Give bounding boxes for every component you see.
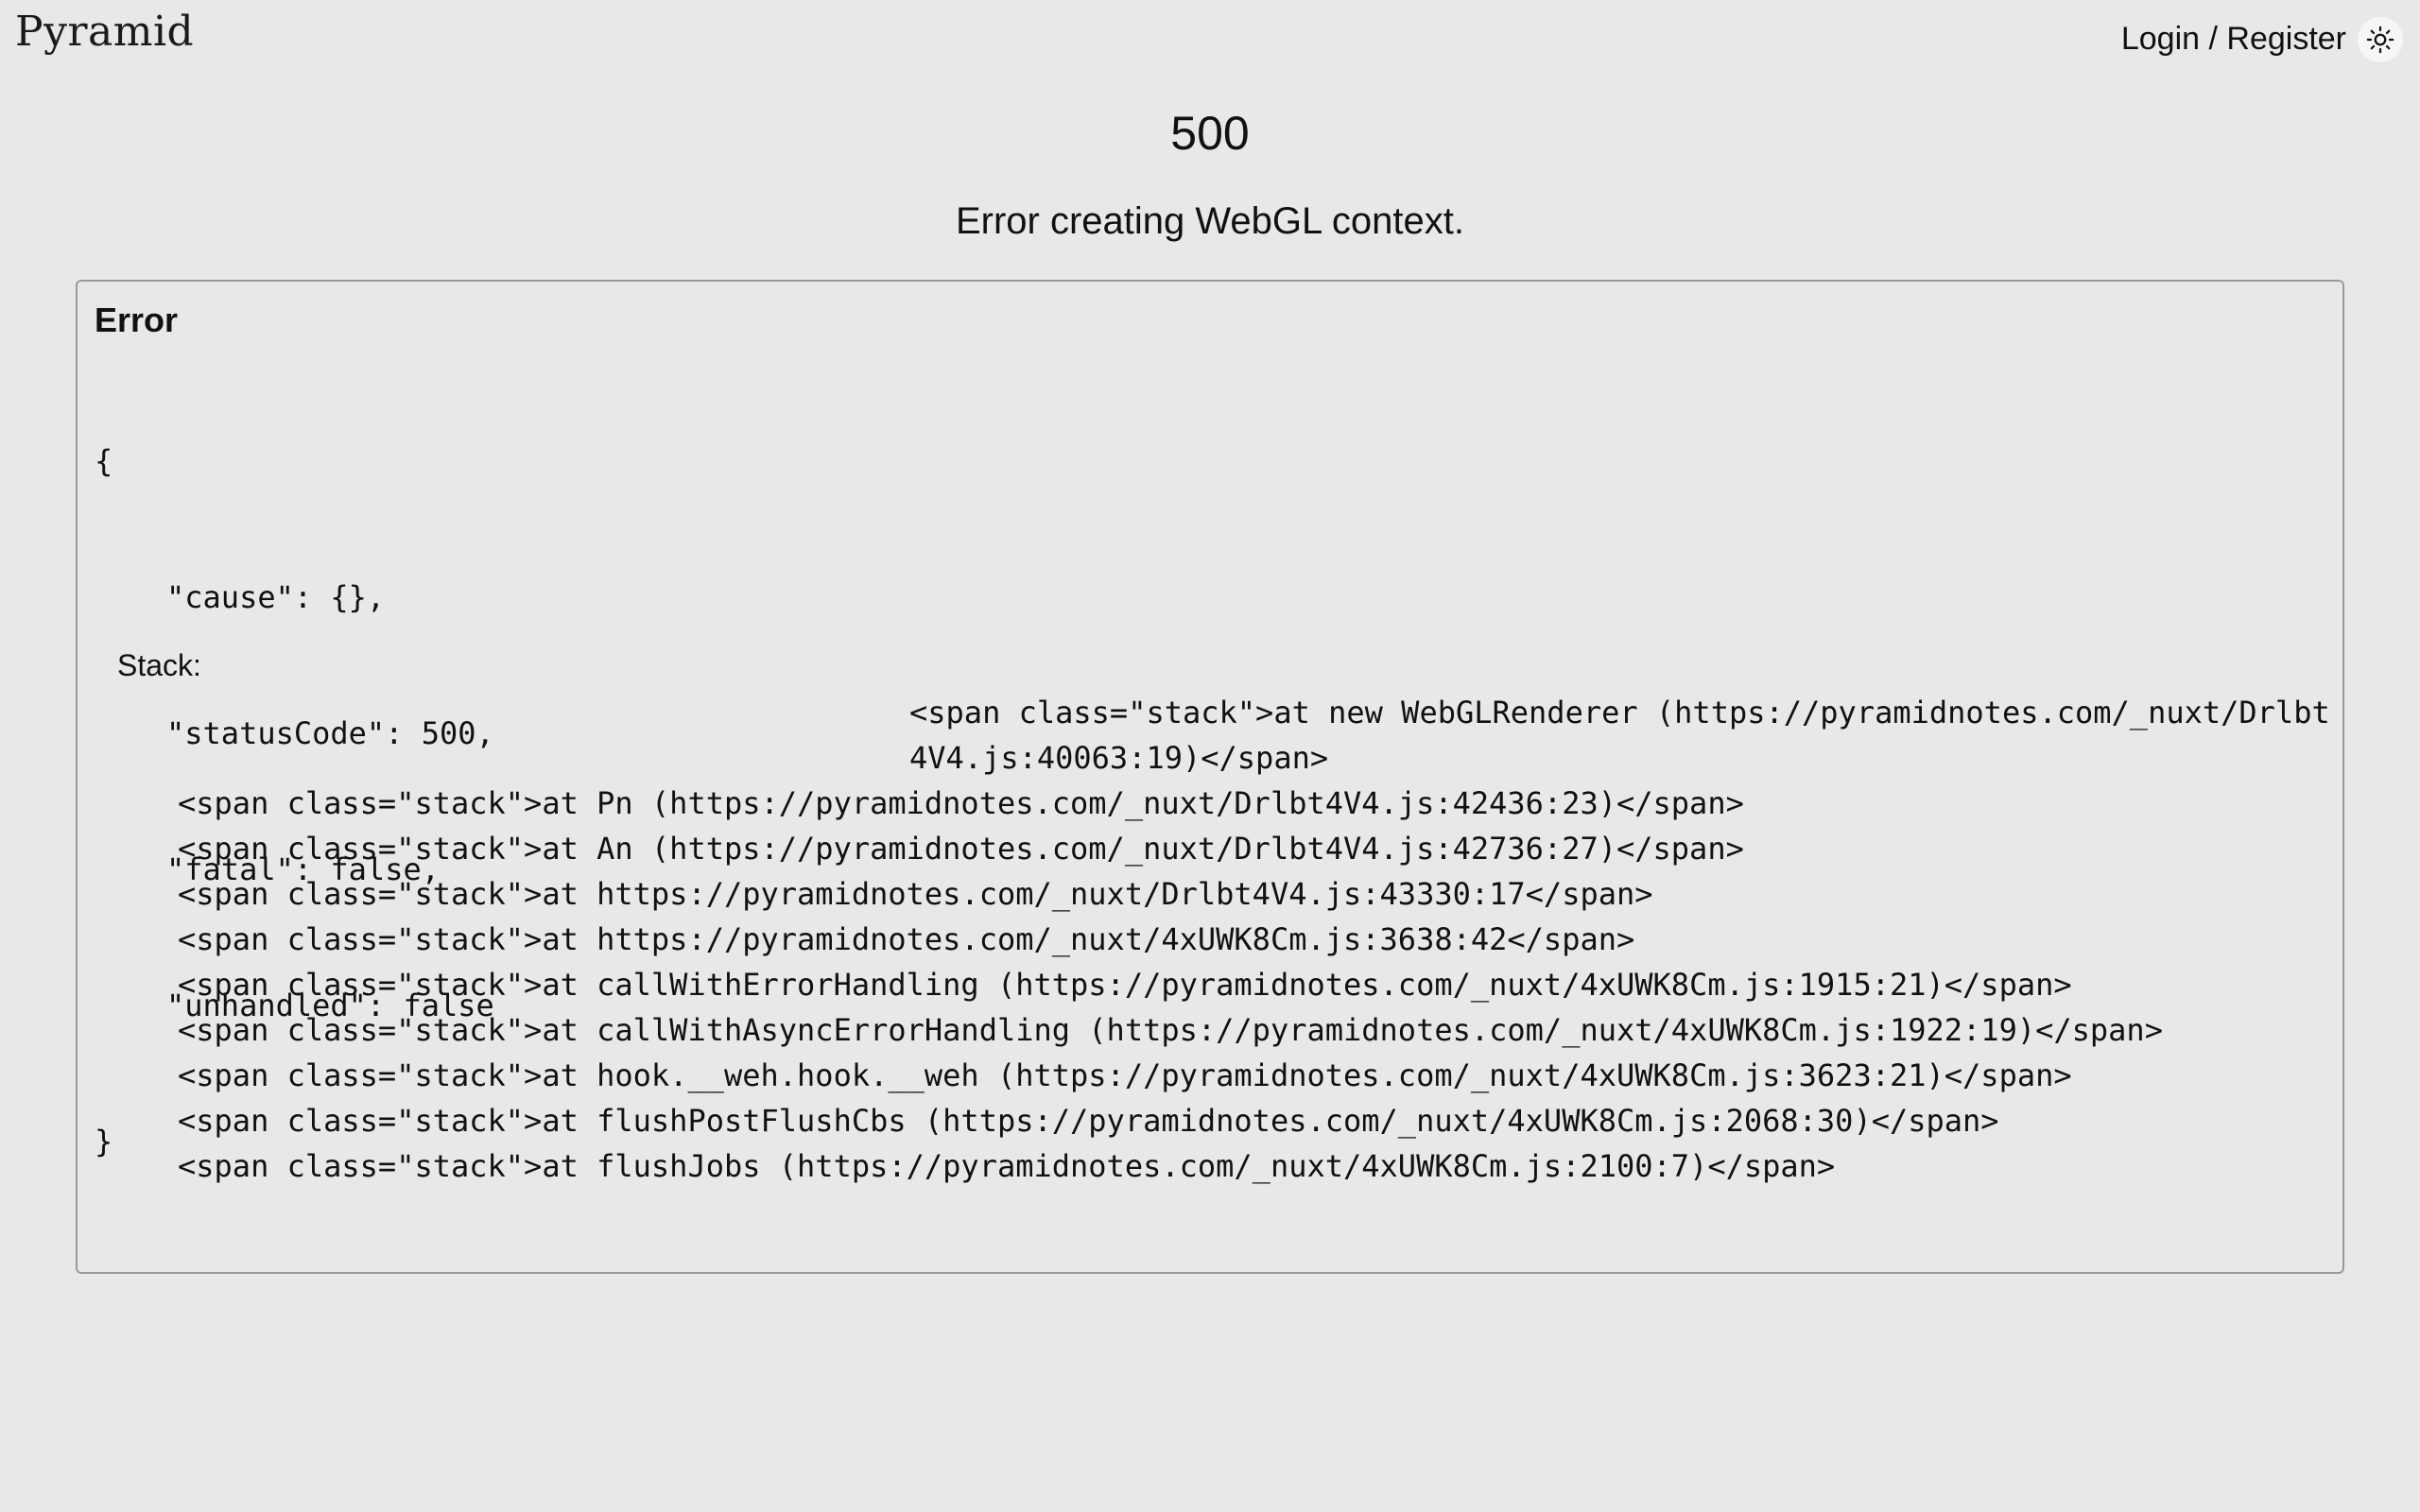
error-title: Error [95, 301, 179, 339]
site-logo[interactable]: Pyramid [15, 8, 194, 56]
stack-trace: <span class="stack">at new WebGLRenderer… [178, 690, 2342, 1189]
stack-label: Stack: [117, 648, 201, 682]
error-message: Error creating WebGL context. [955, 200, 1464, 242]
stack-line: <span class="stack">at hook.__weh.hook._… [178, 1057, 2072, 1093]
stack-line: <span class="stack">at callWithErrorHand… [178, 967, 2072, 1003]
top-bar: Pyramid Login / Register [0, 0, 2420, 76]
stack-line: <span class="stack">at An (https://pyram… [178, 831, 1744, 867]
stack-line: <span class="stack">at Pn (https://pyram… [178, 785, 1744, 821]
sun-icon [2366, 26, 2394, 54]
status-code: 500 [1170, 107, 1250, 160]
json-line: "cause": {}, [166, 579, 386, 615]
error-details-box: Error { "cause": {}, "statusCode": 500, … [76, 280, 2344, 1274]
theme-toggle-button[interactable] [2358, 17, 2403, 62]
stack-line: <span class="stack">at callWithAsyncErro… [178, 1012, 2163, 1048]
login-register-link[interactable]: Login / Register [2121, 21, 2346, 58]
stack-line: <span class="stack">at new WebGLRenderer… [909, 695, 2330, 776]
json-line: { [95, 443, 113, 479]
stack-line: <span class="stack">at https://pyramidno… [178, 921, 1635, 957]
stack-line: <span class="stack">at flushJobs (https:… [178, 1148, 1836, 1184]
stack-line: <span class="stack">at https://pyramidno… [178, 876, 1653, 912]
stack-line: <span class="stack">at flushPostFlushCbs… [178, 1103, 1999, 1139]
